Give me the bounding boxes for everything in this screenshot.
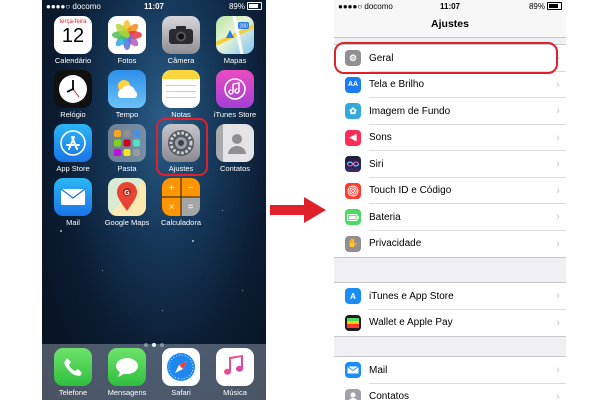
notes-icon xyxy=(162,70,200,108)
svg-text:280: 280 xyxy=(239,24,248,30)
app-store-icon xyxy=(54,124,92,162)
contacts-icon xyxy=(216,124,254,162)
app-store-icon: A xyxy=(345,288,361,305)
safari-icon xyxy=(162,348,200,386)
app-mapas[interactable]: 280 Mapas xyxy=(210,16,260,65)
hand-icon: ✋ xyxy=(345,235,361,252)
battery-icon xyxy=(345,209,361,226)
app-google-maps[interactable]: G Google Maps xyxy=(102,178,152,227)
chevron-right-icon: › xyxy=(556,78,560,91)
phone-icon xyxy=(54,348,92,386)
svg-text:G: G xyxy=(124,190,130,197)
settings-group-apps: Mail › Contatos › xyxy=(334,356,566,400)
battery-icon xyxy=(547,2,562,10)
settings-group-stores: A iTunes e App Store › Wallet e Apple Pa… xyxy=(334,282,566,337)
messages-icon xyxy=(108,348,146,386)
app-mail[interactable]: Mail xyxy=(48,178,98,227)
page-title: Ajustes xyxy=(334,13,566,38)
app-camera[interactable]: Câmera xyxy=(156,16,206,65)
mail-icon xyxy=(54,178,92,216)
photos-icon xyxy=(108,16,146,54)
dock-mensagens[interactable]: Mensagens xyxy=(102,348,152,397)
chevron-right-icon: › xyxy=(556,131,560,144)
calculator-icon: + − × = xyxy=(162,178,200,216)
chevron-right-icon: › xyxy=(556,237,560,250)
right-arrow-icon xyxy=(270,197,326,223)
settings-row-privacidade[interactable]: ✋ Privacidade › xyxy=(334,231,566,258)
text-size-icon: AA xyxy=(345,76,361,93)
app-calculadora[interactable]: + − × = Calculadora xyxy=(156,178,206,227)
battery-icon xyxy=(247,2,262,10)
app-app-store[interactable]: App Store xyxy=(48,124,98,173)
chevron-right-icon: › xyxy=(556,184,560,197)
app-calendario[interactable]: terça-feira 12 Calendário xyxy=(48,16,98,65)
settings-screen: ●●●●○ docomo 11:07 89% Ajustes ⚙ Geral ›… xyxy=(334,0,566,400)
settings-row-touch-id[interactable]: Touch ID e Código › xyxy=(334,178,566,204)
home-screen: ●●●●○ docomo 11:07 89% terça-feira 12 Ca… xyxy=(42,0,266,400)
google-maps-icon: G xyxy=(108,178,146,216)
dock-safari[interactable]: Safari xyxy=(156,348,206,397)
app-contatos[interactable]: Contatos xyxy=(210,124,260,173)
settings-row-siri[interactable]: Siri › xyxy=(334,151,566,178)
mail-icon xyxy=(345,362,361,379)
settings-row-sons[interactable]: ◀ Sons › xyxy=(334,125,566,151)
chevron-right-icon: › xyxy=(556,211,560,224)
maps-icon: 280 xyxy=(216,16,254,54)
fingerprint-icon xyxy=(345,182,361,199)
settings-row-tela-e-brilho[interactable]: AA Tela e Brilho › xyxy=(334,72,566,98)
app-tempo[interactable]: Tempo xyxy=(102,70,152,119)
dock-musica[interactable]: Música xyxy=(210,348,260,397)
app-fotos[interactable]: Fotos xyxy=(102,16,152,65)
chevron-right-icon: › xyxy=(556,290,560,303)
app-relogio[interactable]: Relógio xyxy=(48,70,98,119)
dock: Telefone Mensagens Safari Música xyxy=(42,344,266,400)
svg-text:+: + xyxy=(169,183,175,194)
geral-highlight xyxy=(334,42,558,74)
wallet-icon xyxy=(345,314,361,331)
svg-text:×: × xyxy=(169,202,175,213)
chevron-right-icon: › xyxy=(556,158,560,171)
contacts-icon xyxy=(345,388,361,400)
folder-icon xyxy=(108,124,146,162)
app-pasta[interactable]: Pasta xyxy=(102,124,152,173)
settings-row-bateria[interactable]: Bateria › xyxy=(334,204,566,231)
speaker-icon: ◀ xyxy=(345,129,361,146)
wallpaper-icon: ✿ xyxy=(345,103,361,120)
svg-text:−: − xyxy=(188,183,194,194)
battery-status: 89% xyxy=(229,2,262,11)
itunes-store-icon xyxy=(216,70,254,108)
settings-row-wallet[interactable]: Wallet e Apple Pay › xyxy=(334,310,566,337)
chevron-right-icon: › xyxy=(556,364,560,377)
settings-row-mail[interactable]: Mail › xyxy=(334,357,566,384)
svg-text:=: = xyxy=(188,202,194,213)
chevron-right-icon: › xyxy=(556,105,560,118)
siri-icon xyxy=(345,156,361,173)
clock-icon xyxy=(54,70,92,108)
status-bar: ●●●●○ docomo 11:07 89% xyxy=(42,0,266,13)
music-icon xyxy=(216,348,254,386)
weather-icon xyxy=(108,70,146,108)
chevron-right-icon: › xyxy=(556,390,560,400)
settings-group-main: ⚙ Geral › AA Tela e Brilho › ✿ Imagem de… xyxy=(334,44,566,258)
settings-row-imagem-de-fundo[interactable]: ✿ Imagem de Fundo › xyxy=(334,98,566,125)
settings-row-itunes-app-store[interactable]: A iTunes e App Store › xyxy=(334,283,566,310)
dock-telefone[interactable]: Telefone xyxy=(48,348,98,397)
app-itunes-store[interactable]: iTunes Store xyxy=(210,70,260,119)
status-bar: ●●●●○ docomo 11:07 89% xyxy=(334,0,566,13)
chevron-right-icon: › xyxy=(556,316,560,329)
app-notas[interactable]: Notas xyxy=(156,70,206,119)
camera-icon xyxy=(162,16,200,54)
settings-row-contatos[interactable]: Contatos › xyxy=(334,384,566,400)
calendar-icon: terça-feira 12 xyxy=(54,16,92,54)
ajustes-highlight xyxy=(156,118,208,176)
battery-status: 89% xyxy=(529,2,562,11)
